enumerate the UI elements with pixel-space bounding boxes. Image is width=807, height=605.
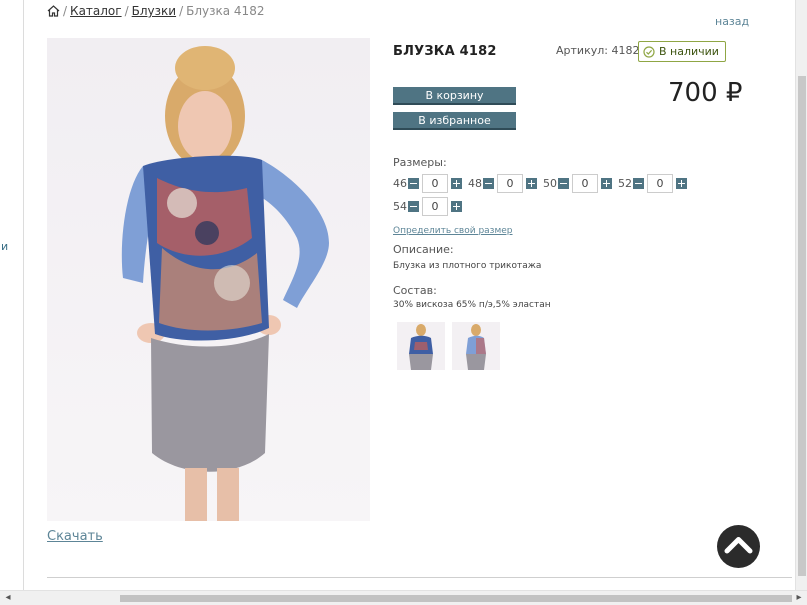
stock-badge: В наличии [638,41,726,62]
composition-label: Состав: [393,284,437,297]
home-icon[interactable] [47,5,60,17]
footer-divider [47,577,792,578]
breadcrumb-current: Блузка 4182 [186,4,265,18]
article-label: Артикул: [556,44,608,57]
description-text: Блузка из плотного трикотажа [393,261,542,271]
description-label: Описание: [393,243,454,256]
composition-text: 30% вискоза 65% п/э,5% эластан [393,300,551,310]
thumbnail-image [409,324,433,370]
size-help-link[interactable]: Определить свой размер [393,226,513,236]
minus-icon[interactable] [633,178,644,189]
breadcrumb-category-link[interactable]: Блузки [132,4,176,18]
horizontal-scrollbar-thumb[interactable] [120,595,792,602]
vertical-scrollbar[interactable] [795,0,807,590]
size-option-54: 54 0 [393,197,462,216]
breadcrumb-catalog-link[interactable]: Каталог [70,4,122,18]
size-qty-input[interactable]: 0 [422,174,448,193]
plus-icon[interactable] [451,178,462,189]
breadcrumb: / Каталог / Блузки / Блузка 4182 [47,4,264,18]
minus-icon[interactable] [558,178,569,189]
size-row: 46 0 48 0 50 0 52 0 [393,174,693,193]
size-option-46: 46 0 [393,174,462,193]
horizontal-scrollbar[interactable]: ◂ ▸ [0,590,807,605]
chevron-up-icon [724,537,753,554]
size-number: 46 [393,177,407,190]
plus-icon[interactable] [526,178,537,189]
left-rail: и [0,0,24,590]
left-rail-cut-text: и [1,240,9,253]
size-number: 52 [618,177,632,190]
plus-icon[interactable] [676,178,687,189]
size-row: 54 0 [393,197,468,216]
size-option-50: 50 0 [543,174,612,193]
breadcrumb-separator: / [179,4,184,18]
product-thumbnail[interactable] [452,322,500,370]
check-circle-icon [643,45,655,58]
minus-icon[interactable] [483,178,494,189]
stock-label: В наличии [659,45,719,58]
scroll-right-icon[interactable]: ▸ [793,592,805,603]
product-title: БЛУЗКА 4182 [393,44,497,59]
thumbnail-image [466,324,486,370]
article-value: 4182 [611,44,640,57]
breadcrumb-separator: / [63,4,68,18]
size-option-48: 48 0 [468,174,537,193]
add-to-cart-button[interactable]: В корзину [393,87,516,105]
scroll-to-top-button[interactable] [717,525,760,568]
sizes-label: Размеры: [393,156,447,169]
breadcrumb-separator: / [124,4,129,18]
size-qty-input[interactable]: 0 [647,174,673,193]
download-link[interactable]: Скачать [47,529,103,544]
size-option-52: 52 0 [618,174,687,193]
product-photo-illustration [121,46,329,521]
size-number: 50 [543,177,557,190]
size-qty-input[interactable]: 0 [572,174,598,193]
product-price: 700 ₽ [668,78,743,108]
product-photo[interactable] [47,38,370,521]
minus-icon[interactable] [408,178,419,189]
size-number: 48 [468,177,482,190]
minus-icon[interactable] [408,201,419,212]
size-number: 54 [393,200,407,213]
article-number: Артикул: 4182 [556,44,639,57]
size-qty-input[interactable]: 0 [422,197,448,216]
scroll-left-icon[interactable]: ◂ [2,592,14,603]
product-thumbnail[interactable] [397,322,445,370]
back-link[interactable]: назад [715,15,749,28]
vertical-scrollbar-thumb[interactable] [798,76,806,576]
add-to-favorites-button[interactable]: В избранное [393,112,516,130]
plus-icon[interactable] [601,178,612,189]
size-qty-input[interactable]: 0 [497,174,523,193]
plus-icon[interactable] [451,201,462,212]
